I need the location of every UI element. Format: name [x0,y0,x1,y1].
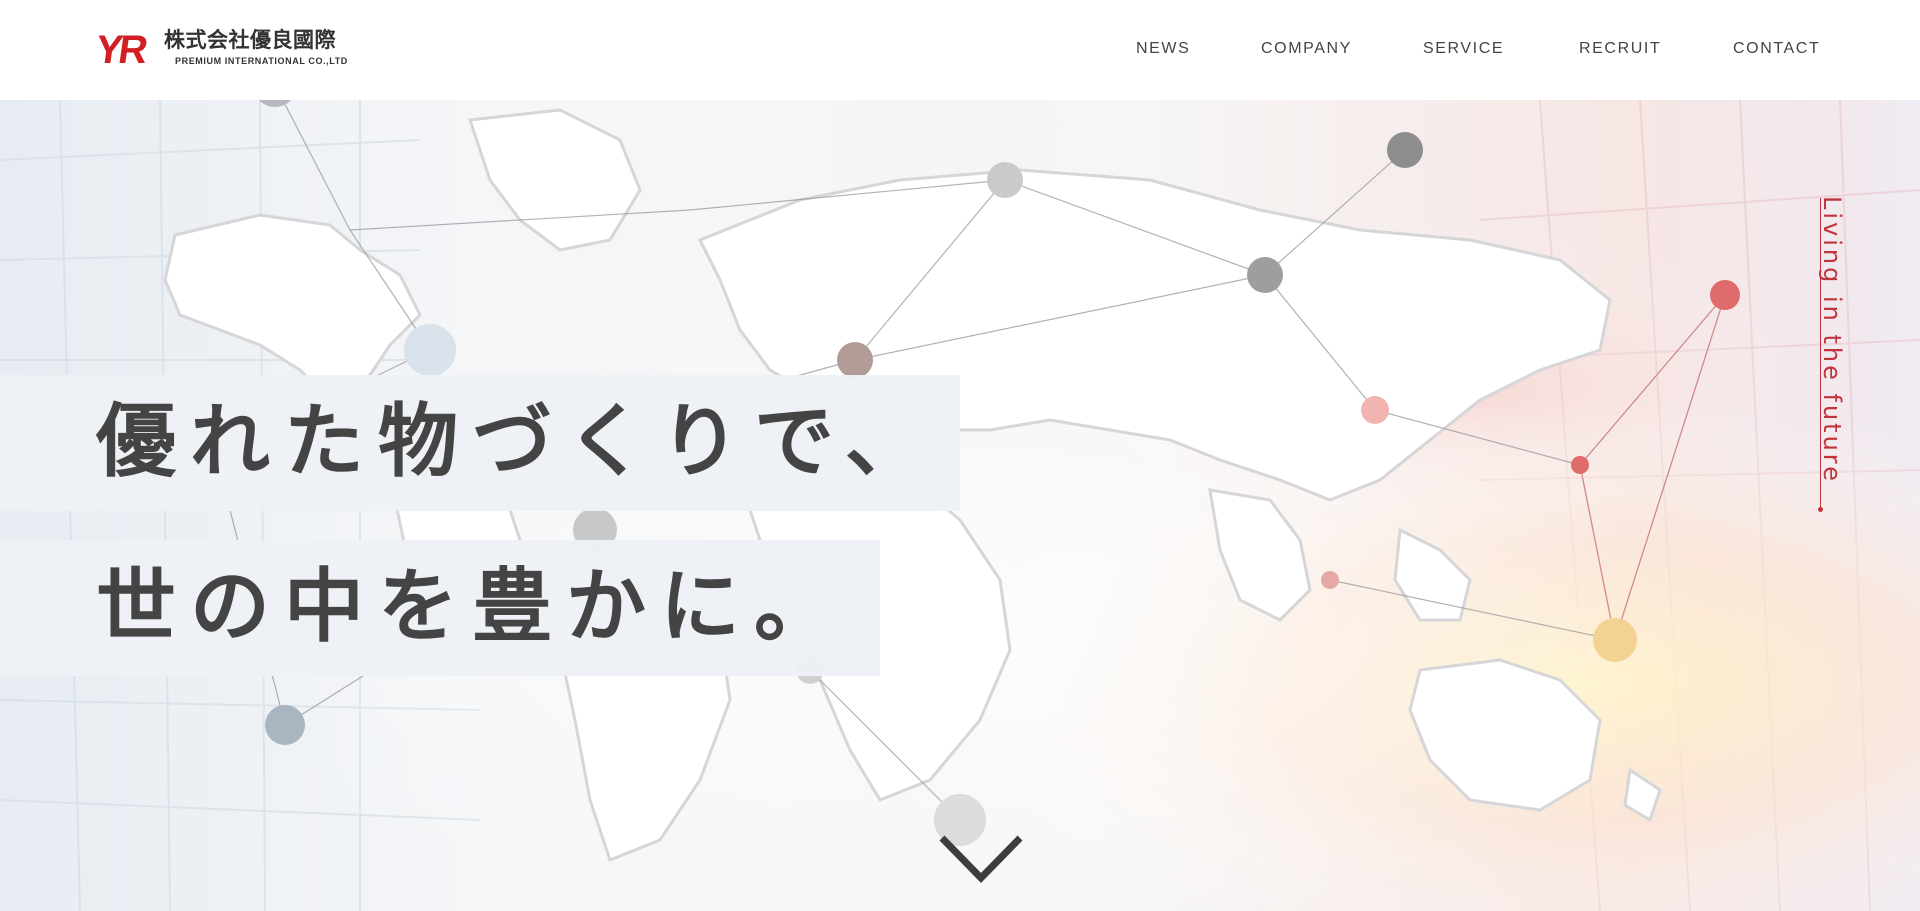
company-english-name: PREMIUM INTERNATIONAL CO.,LTD [175,56,348,66]
tagline: Living in the future [1818,196,1846,484]
tagline-dot [1818,507,1823,512]
company-name: 株式会社優良國際 [164,28,336,52]
site-header: YR 株式会社優良國際 PREMIUM INTERNATIONAL CO.,LT… [0,0,1920,100]
headline-line2-panel: 世の中を豊かに。 [0,540,880,676]
nav-company[interactable]: COMPANY [1261,40,1352,58]
nav-recruit[interactable]: RECRUIT [1579,40,1661,58]
logo-mark: YR [92,28,147,72]
headline-line1-panel: 優れた物づくりで、 [0,375,960,511]
hero-section: 優れた物づくりで、 世の中を豊かに。 Living in the future [0,100,1920,911]
headline-line1: 優れた物づくりで、 [96,395,939,488]
nav-service[interactable]: SERVICE [1423,40,1504,58]
nav-news[interactable]: NEWS [1136,40,1190,58]
chevron-down-icon[interactable] [938,834,1024,884]
headline-line2: 世の中を豊かに。 [96,560,848,653]
nav-contact[interactable]: CONTACT [1733,40,1820,58]
